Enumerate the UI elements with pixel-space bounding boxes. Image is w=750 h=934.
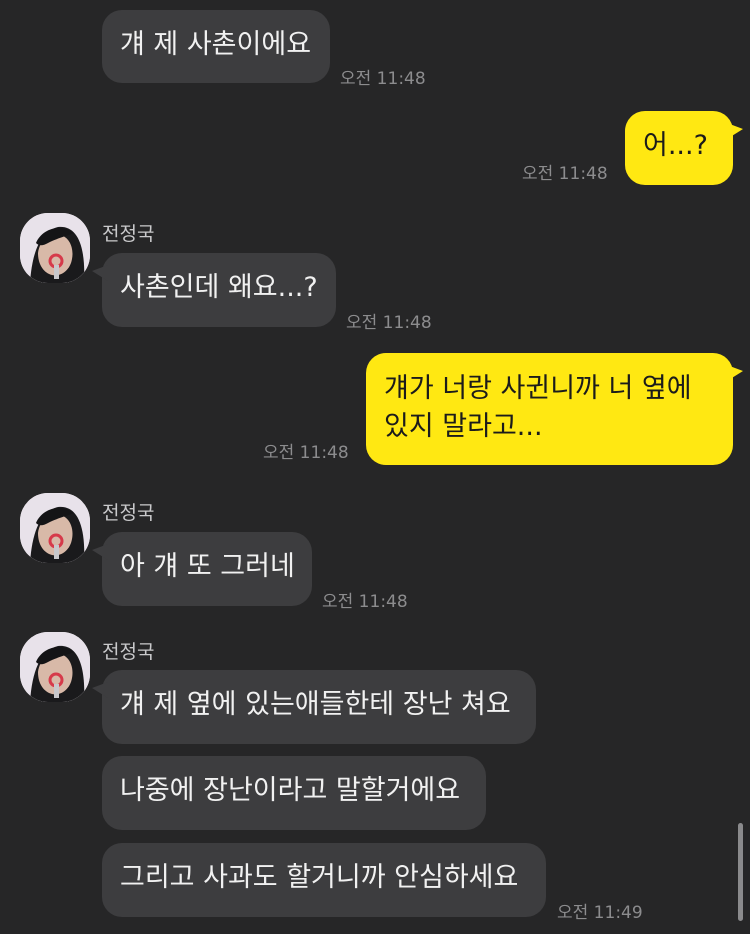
message-timestamp: 오전 11:48 [340, 69, 426, 89]
contact-avatar[interactable] [20, 493, 90, 563]
contact-avatar[interactable] [20, 213, 90, 283]
message-bubble-outgoing[interactable]: 어...? [625, 111, 743, 185]
message-bubble-incoming[interactable]: 걔 제 옆에 있는애들한테 장난 쳐요 [92, 670, 536, 744]
message-timestamp: 오전 11:48 [346, 313, 432, 333]
message-timestamp: 오전 11:48 [263, 443, 349, 463]
contact-avatar[interactable] [20, 632, 90, 702]
message-text-line-2: 있지 말라고... [384, 411, 543, 442]
scrollbar-thumb[interactable] [738, 823, 743, 921]
profile-photo-icon [20, 213, 90, 283]
message-text: 걔 제 옆에 있는애들한테 장난 쳐요 [120, 689, 511, 720]
message-bubble-incoming[interactable]: 그리고 사과도 할거니까 안심하세요 [102, 843, 546, 917]
message-bubble-incoming[interactable]: 나중에 장난이라고 말할거에요 [102, 756, 486, 830]
profile-photo-icon [20, 493, 90, 563]
profile-photo-icon [20, 632, 90, 702]
message-text-line-1: 걔가 너랑 사귄니까 너 옆에 [384, 373, 692, 404]
message-text: 사촌인데 왜요...? [120, 272, 318, 303]
message-text: 나중에 장난이라고 말할거에요 [120, 775, 461, 806]
message-bubble-outgoing[interactable]: 걔가 너랑 사귄니까 너 옆에 있지 말라고... [366, 353, 743, 465]
message-text: 어...? [643, 130, 708, 161]
contact-name: 전정국 [102, 223, 155, 245]
message-text: 그리고 사과도 할거니까 안심하세요 [120, 862, 519, 893]
message-bubble-incoming[interactable]: 사촌인데 왜요...? [92, 253, 336, 327]
message-text: 걔 제 사촌이에요 [120, 29, 312, 60]
message-timestamp: 오전 11:49 [557, 903, 643, 923]
message-timestamp: 오전 11:48 [322, 592, 408, 612]
message-bubble-incoming[interactable]: 아 걔 또 그러네 [92, 532, 312, 606]
message-text: 아 걔 또 그러네 [120, 551, 295, 582]
contact-name: 전정국 [102, 641, 155, 663]
contact-name: 전정국 [102, 502, 155, 524]
message-bubble-incoming[interactable]: 걔 제 사촌이에요 [102, 10, 330, 83]
message-timestamp: 오전 11:48 [522, 164, 608, 184]
